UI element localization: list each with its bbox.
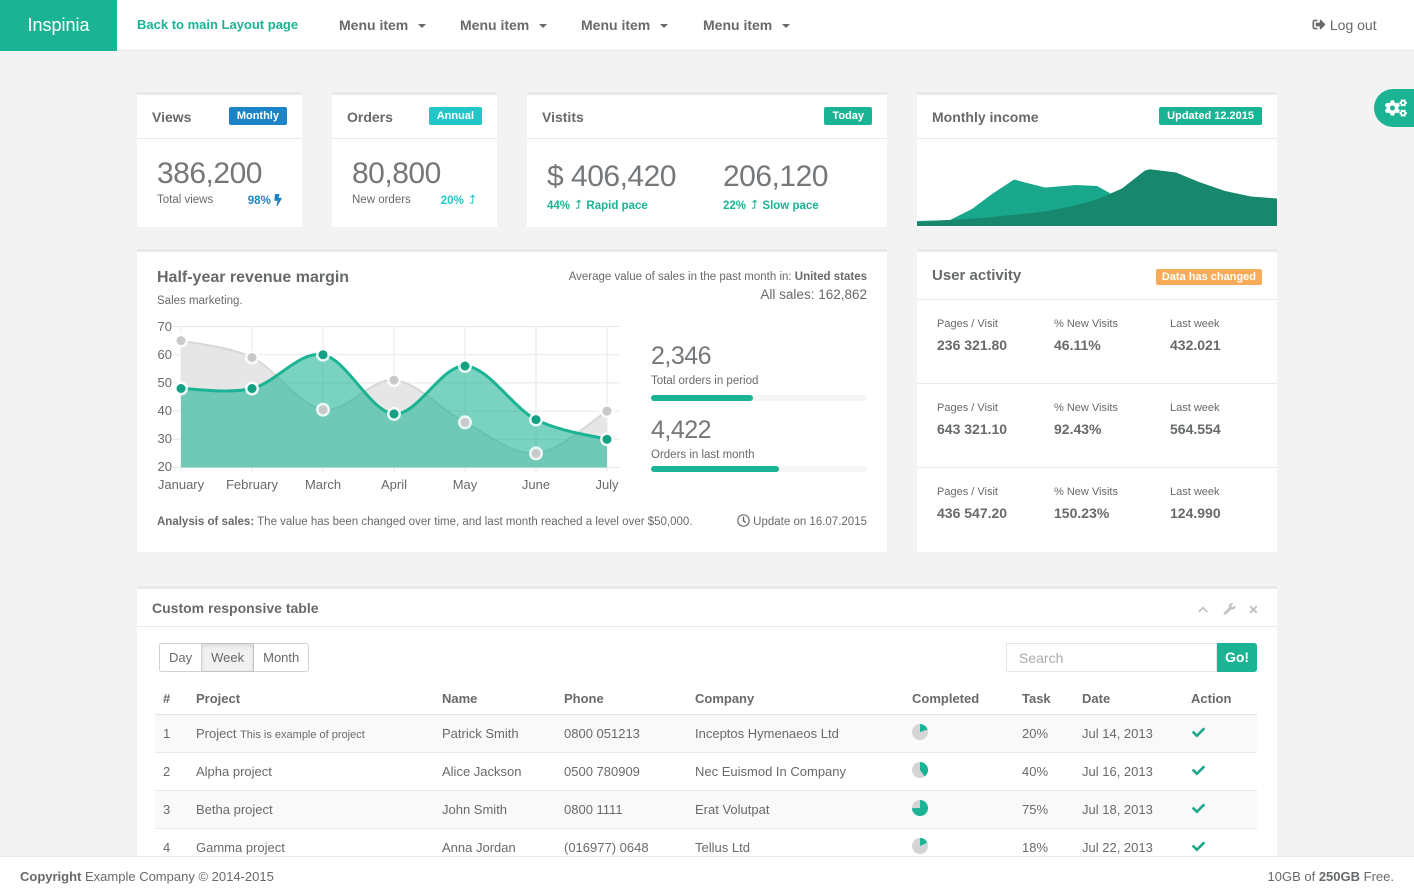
svg-text:30: 30 [158, 431, 172, 446]
svg-text:May: May [453, 477, 478, 492]
svg-text:January: January [158, 477, 205, 492]
svg-text:60: 60 [158, 347, 172, 362]
svg-text:70: 70 [158, 319, 172, 334]
svg-text:February: February [226, 477, 279, 492]
svg-text:50: 50 [158, 375, 172, 390]
svg-text:June: June [522, 477, 550, 492]
svg-text:July: July [595, 477, 619, 492]
svg-text:April: April [381, 477, 407, 492]
svg-text:March: March [305, 477, 341, 492]
svg-text:20: 20 [158, 459, 172, 474]
svg-text:40: 40 [158, 403, 172, 418]
